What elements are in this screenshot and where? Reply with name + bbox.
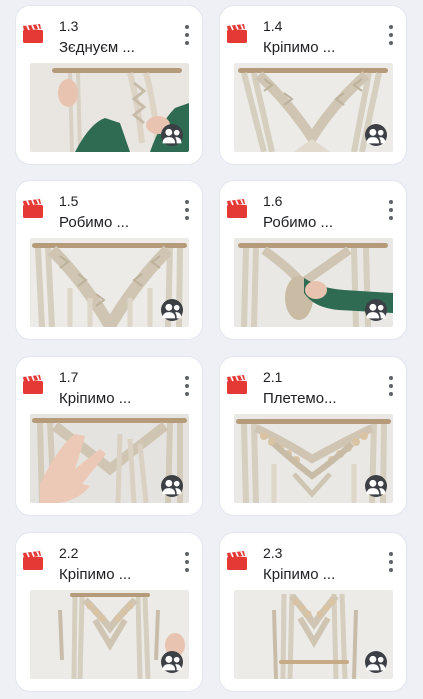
clapperboard-icon: [227, 375, 247, 394]
more-vert-icon[interactable]: [184, 552, 190, 572]
more-vert-icon[interactable]: [388, 552, 394, 572]
people-icon: [365, 475, 387, 497]
lesson-number: 1.7: [59, 369, 79, 385]
people-icon: [161, 124, 183, 146]
video-thumbnail[interactable]: [30, 238, 189, 327]
lesson-number: 1.4: [263, 18, 283, 34]
lesson-card[interactable]: 1.6 Робимо ...: [220, 181, 406, 339]
people-icon: [161, 475, 183, 497]
lesson-title: Зєднуєм ...: [59, 39, 135, 56]
lesson-card[interactable]: 1.3 Зєднуєм ...: [16, 6, 202, 164]
lesson-number: 1.5: [59, 193, 79, 209]
lesson-title: Плетемо...: [263, 390, 337, 407]
clapperboard-icon: [227, 199, 247, 218]
lesson-card[interactable]: 1.5 Робимо ...: [16, 181, 202, 339]
lesson-title: Кріпимо ...: [263, 39, 336, 56]
video-thumbnail[interactable]: [234, 590, 393, 679]
more-vert-icon[interactable]: [388, 376, 394, 396]
lesson-title: Робимо ...: [263, 214, 333, 231]
video-thumbnail[interactable]: [234, 63, 393, 152]
people-icon: [365, 651, 387, 673]
clapperboard-icon: [23, 551, 43, 570]
video-thumbnail[interactable]: [30, 590, 189, 679]
more-vert-icon[interactable]: [184, 200, 190, 220]
lesson-title: Робимо ...: [59, 214, 129, 231]
lesson-title: Кріпимо ...: [59, 390, 132, 407]
lesson-title: Кріпимо ...: [263, 566, 336, 583]
clapperboard-icon: [23, 199, 43, 218]
lesson-number: 1.3: [59, 18, 79, 34]
lesson-card[interactable]: 1.4 Кріпимо ...: [220, 6, 406, 164]
video-thumbnail[interactable]: [30, 63, 189, 152]
more-vert-icon[interactable]: [184, 25, 190, 45]
video-thumbnail[interactable]: [234, 414, 393, 503]
people-icon: [161, 299, 183, 321]
video-thumbnail[interactable]: [30, 414, 189, 503]
lesson-grid: 1.3 Зєднуєм ... 1.4 Кріпимо ... 1.5 Роби…: [0, 0, 423, 699]
lesson-number: 2.2: [59, 545, 79, 561]
people-icon: [365, 124, 387, 146]
lesson-card[interactable]: 2.1 Плетемо...: [220, 357, 406, 515]
lesson-title: Кріпимо ...: [59, 566, 132, 583]
lesson-card[interactable]: 2.2 Кріпимо ...: [16, 533, 202, 691]
more-vert-icon[interactable]: [184, 376, 190, 396]
clapperboard-icon: [227, 24, 247, 43]
lesson-number: 1.6: [263, 193, 283, 209]
people-icon: [365, 299, 387, 321]
lesson-number: 2.3: [263, 545, 283, 561]
clapperboard-icon: [227, 551, 247, 570]
video-thumbnail[interactable]: [234, 238, 393, 327]
people-icon: [161, 651, 183, 673]
more-vert-icon[interactable]: [388, 25, 394, 45]
clapperboard-icon: [23, 375, 43, 394]
more-vert-icon[interactable]: [388, 200, 394, 220]
lesson-number: 2.1: [263, 369, 283, 385]
lesson-card[interactable]: 1.7 Кріпимо ...: [16, 357, 202, 515]
lesson-card[interactable]: 2.3 Кріпимо ...: [220, 533, 406, 691]
clapperboard-icon: [23, 24, 43, 43]
